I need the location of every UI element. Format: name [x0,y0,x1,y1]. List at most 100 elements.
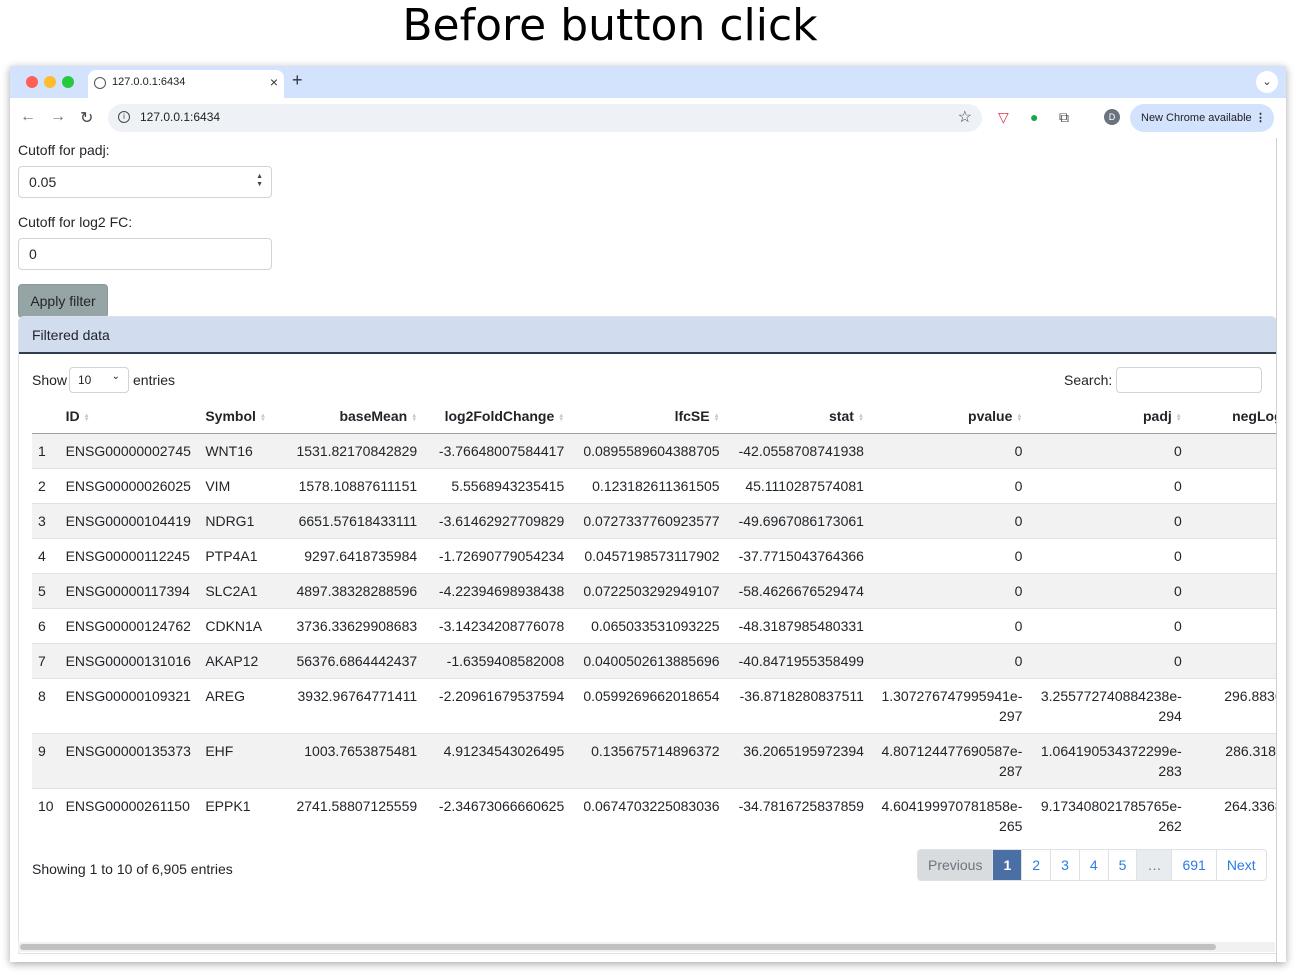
entries-select[interactable]: 10 ⌄ [69,367,129,393]
table-cell: 1 [32,433,60,469]
table-cell: -37.7715043764366 [725,538,870,574]
table-cell: ENSG00000002745 [59,433,200,469]
table-cell [1187,468,1276,504]
table-cell: ENSG00000135373 [59,733,200,789]
table-cell: ENSG00000117394 [59,573,200,609]
lfc-input[interactable]: 0 [18,238,272,270]
column-header[interactable]: padj ▲▼ [1028,399,1188,434]
minimize-window-icon[interactable] [44,76,56,88]
table-cell: -34.7816725837859 [725,788,870,843]
column-header[interactable]: stat ▲▼ [725,399,870,434]
column-header-label: log2FoldChange [444,408,555,424]
table-row: 3 ENSG00000104419 NDRG1 6651.57618433111 -3.… [32,503,1276,539]
bookmark-star-icon[interactable]: ☆ [958,107,972,127]
search-label: Search: [1064,372,1113,388]
address-bar[interactable]: i 127.0.0.1:6434 ☆ [108,104,982,132]
pocket-icon[interactable]: ▽ [998,109,1009,126]
tab-search-icon[interactable]: ⌄ [1256,71,1278,93]
table-row: 8 ENSG00000109321 AREG 3932.96764771411 -2.2… [32,678,1276,734]
table-cell: EHF [199,733,272,789]
table-cell: 8 [32,678,60,734]
table-cell: 0 [869,433,1029,469]
table-cell: 0.0727337760923577 [570,503,726,539]
table-cell: 264.3368458 [1187,788,1276,843]
new-chrome-label: New Chrome available [1141,112,1252,124]
table-cell: AKAP12 [199,643,272,679]
table-cell: 0 [1028,573,1188,609]
number-spinner-icon[interactable]: ▲ ▼ [256,173,263,189]
page-button[interactable]: 3 [1050,850,1079,880]
column-header[interactable]: log2FoldChange ▲▼ [423,399,571,434]
table-cell: -4.22394698938438 [423,573,571,609]
table-cell: 3 [32,503,60,539]
pagination: Previous 1 2 3 4 5… 691 Next [917,849,1267,881]
table-cell: -58.4626676529474 [725,573,870,609]
page-button[interactable]: 691 [1171,850,1215,880]
extension-dot-icon[interactable]: ● [1030,109,1038,125]
column-header[interactable]: baseMean ▲▼ [271,399,424,434]
page-button[interactable]: 4 [1078,850,1108,880]
sort-icon[interactable]: ▲▼ [558,413,564,421]
search-input[interactable] [1116,367,1262,393]
previous-page-button: Previous [918,850,993,880]
table-cell: 0 [869,608,1029,644]
puzzle-icon[interactable]: ⧉ [1059,109,1069,126]
tab-close-icon[interactable]: × [270,74,278,90]
table-cell: 0 [869,643,1029,679]
maximize-window-icon[interactable] [62,76,74,88]
table-header-row: ID ▲▼ Symbol ▲▼ baseMean ▲▼ log2FoldChange ▲▼ lf… [32,399,1276,434]
table-cell [1187,538,1276,574]
column-header[interactable]: pvalue ▲▼ [869,399,1029,434]
browser-tab[interactable]: 127.0.0.1:6434 × [88,70,284,98]
table-cell: 0.135675714896372 [570,733,726,789]
sort-icon[interactable]: ▲▼ [411,413,417,421]
sort-icon[interactable]: ▲▼ [714,413,720,421]
profile-avatar[interactable]: D [1104,109,1120,125]
next-page-button[interactable]: Next [1215,850,1266,880]
table-cell: 6651.57618433111 [271,503,424,539]
pagination-ellipsis: … [1136,850,1172,880]
table-cell: 56376.6864442437 [271,643,424,679]
table-cell: 0 [869,468,1029,504]
new-chrome-button[interactable]: New Chrome available ⋮ [1130,104,1274,132]
back-arrow-icon[interactable]: ← [20,108,36,126]
page-button[interactable]: 5 [1107,850,1137,880]
column-header[interactable]: ID ▲▼ [59,399,200,434]
table-cell: WNT16 [199,433,272,469]
sort-icon[interactable]: ▲▼ [1176,413,1182,421]
table-cell: 0 [1028,468,1188,504]
show-label: Show [32,372,68,388]
forward-arrow-icon[interactable]: → [50,108,66,126]
sort-icon[interactable]: ▲▼ [1016,413,1022,421]
sort-icon[interactable]: ▲▼ [84,413,90,421]
table-cell: 0 [1028,433,1188,469]
column-header-label: baseMean [339,408,408,424]
close-window-icon[interactable] [26,76,38,88]
scrollbar-thumb[interactable] [20,944,1216,950]
sort-icon[interactable]: ▲▼ [858,413,864,421]
table-cell: 1.307276747995941e- 297 [869,678,1029,734]
kebab-menu-icon[interactable]: ⋮ [1255,104,1266,132]
table-cell: 0.0674703225083036 [570,788,726,843]
column-header[interactable]: negLog10_ [1187,399,1276,434]
table-cell [1187,503,1276,539]
column-header[interactable]: lfcSE ▲▼ [570,399,726,434]
column-header[interactable]: Symbol ▲▼ [199,399,272,434]
new-tab-icon[interactable]: + [292,70,303,91]
table-cell: 1578.10887611151 [271,468,424,504]
reload-icon[interactable]: ↻ [80,108,93,128]
page-button[interactable]: 1 [992,850,1022,880]
page-button[interactable]: 2 [1021,850,1050,880]
table-cell: ENSG00000109321 [59,678,200,734]
apply-filter-button[interactable]: Apply filter [18,284,108,318]
site-info-icon[interactable]: i [118,111,130,123]
panel-title: Filtered data [32,327,110,343]
horizontal-scrollbar[interactable] [18,942,1275,952]
table-cell: -49.6967086173061 [725,503,870,539]
column-header-label: padj [1143,408,1172,424]
sort-icon[interactable]: ▲▼ [260,413,266,421]
lfc-value: 0 [29,246,37,262]
table-cell: -1.6359408582008 [423,643,571,679]
padj-input[interactable]: 0.05 ▲ ▼ [18,166,272,198]
table-info: Showing 1 to 10 of 6,905 entries [32,861,233,877]
